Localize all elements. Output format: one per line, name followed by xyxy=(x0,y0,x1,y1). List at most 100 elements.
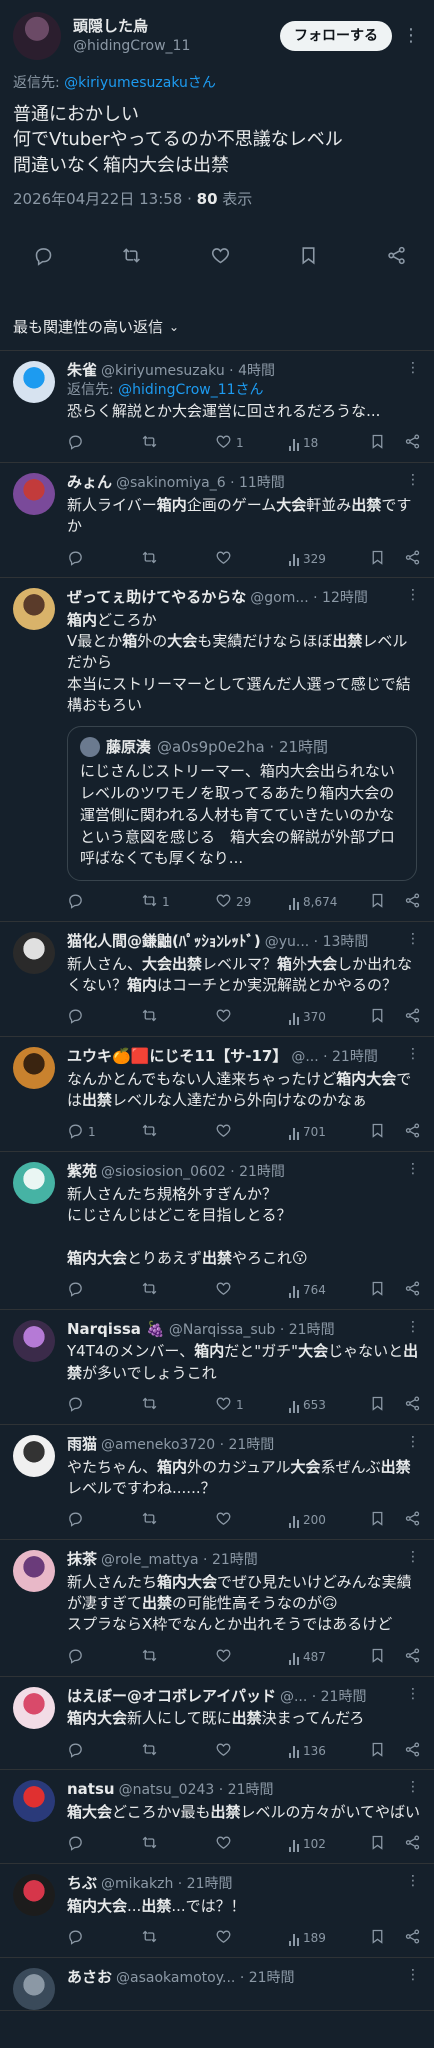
like-button[interactable]: 1 xyxy=(215,433,289,455)
like-button[interactable] xyxy=(215,1928,289,1950)
share-icon[interactable] xyxy=(404,1007,421,1029)
reply-author-name[interactable]: はえぼー@オコボレアイパッド xyxy=(67,1687,276,1707)
more-icon[interactable]: ⋮ xyxy=(406,1548,420,1566)
reply-author-name[interactable]: 猫化人間@鎌鼬(ﾊﾟｯｼｮﾝﾚｯﾄﾞ) xyxy=(67,932,261,952)
reply-handle-time[interactable]: @kiriyumesuzaku · 4時間 xyxy=(101,362,275,380)
avatar[interactable] xyxy=(13,1874,55,1917)
reply-item[interactable]: 猫化人間@鎌鼬(ﾊﾟｯｼｮﾝﾚｯﾄﾞ) @yu... · 13時間 ⋮ 新人さん、大会… xyxy=(0,922,434,1038)
more-icon[interactable]: ⋮ xyxy=(402,24,421,47)
retweet-button[interactable] xyxy=(141,1741,215,1763)
reply-handle-time[interactable]: @ameneko3720 · 21時間 xyxy=(101,1436,274,1454)
more-icon[interactable]: ⋮ xyxy=(406,930,420,948)
share-icon[interactable] xyxy=(404,549,421,571)
retweet-button[interactable]: 1 xyxy=(141,892,215,914)
like-button[interactable] xyxy=(215,1280,289,1302)
reply-author-name[interactable]: ちぶ xyxy=(67,1874,97,1894)
share-icon[interactable] xyxy=(386,245,407,272)
reply-button[interactable] xyxy=(67,1834,141,1856)
reply-handle-time[interactable]: @mikakzh · 21時間 xyxy=(101,1875,232,1893)
avatar[interactable] xyxy=(13,1319,55,1362)
reply-item[interactable]: ちぶ @mikakzh · 21時間 ⋮ 箱内大会...出禁...では？！ 189 xyxy=(0,1864,434,1958)
bookmark-icon[interactable] xyxy=(369,1741,386,1763)
author-handle[interactable]: @hidingCrow_11 xyxy=(73,37,280,55)
bookmark-icon[interactable] xyxy=(369,1007,386,1029)
bookmark-icon[interactable] xyxy=(369,1510,386,1532)
avatar[interactable] xyxy=(13,1435,55,1478)
quoted-tweet[interactable]: 藤原湊 @a0s9p0e2ha · 21時間 にじさんじストリーマー、箱内大会出られ… xyxy=(67,726,417,882)
reply-author-name[interactable]: ユウキ🍊🟥にじそ11【サ-17】 xyxy=(67,1047,287,1067)
reply-item[interactable]: みょん @sakinomiya_6 · 11時間 ⋮ 新人ライバー箱内企画のゲーム大会… xyxy=(0,463,434,579)
reply-to-handle[interactable]: @hidingCrow_11さん xyxy=(118,382,263,398)
more-icon[interactable]: ⋮ xyxy=(406,359,420,377)
reply-handle-time[interactable]: @gom... · 12時間 xyxy=(250,589,368,607)
reply-handle-time[interactable]: @sakinomiya_6 · 11時間 xyxy=(116,474,285,492)
retweet-button[interactable] xyxy=(141,1647,215,1669)
reply-item[interactable]: はえぼー@オコボレアイパッド @... · 21時間 ⋮ 箱内大会新人にして既に出禁決… xyxy=(0,1677,434,1771)
bookmark-icon[interactable] xyxy=(369,1122,386,1144)
more-icon[interactable]: ⋮ xyxy=(406,1433,420,1451)
retweet-button[interactable] xyxy=(141,1510,215,1532)
reply-button[interactable]: 1 xyxy=(67,1122,141,1144)
avatar[interactable] xyxy=(13,932,55,975)
avatar[interactable] xyxy=(13,12,61,60)
share-icon[interactable] xyxy=(404,1647,421,1669)
bookmark-icon[interactable] xyxy=(369,549,386,571)
avatar[interactable] xyxy=(13,588,55,631)
reply-handle-time[interactable]: @yu... · 13時間 xyxy=(265,933,369,951)
retweet-button[interactable] xyxy=(141,1280,215,1302)
reply-author-name[interactable]: 雨猫 xyxy=(67,1435,97,1455)
reply-button[interactable] xyxy=(67,433,141,455)
reply-button[interactable] xyxy=(67,1741,141,1763)
bookmark-icon[interactable] xyxy=(369,1647,386,1669)
retweet-button[interactable] xyxy=(141,1834,215,1856)
bookmark-icon[interactable] xyxy=(369,1395,386,1417)
views-button[interactable]: 653 xyxy=(289,1398,363,1414)
reply-button[interactable] xyxy=(67,549,141,571)
views-button[interactable]: 370 xyxy=(289,1010,363,1026)
reply-handle-time[interactable]: @asaokamotoy... · 21時間 xyxy=(116,1969,295,1987)
reply-handle-time[interactable]: @... · 21時間 xyxy=(291,1048,378,1066)
follow-button[interactable]: フォローする xyxy=(280,21,392,51)
like-button[interactable] xyxy=(215,1647,289,1669)
bookmark-icon[interactable] xyxy=(369,1834,386,1856)
reply-item[interactable]: 抹茶 @role_mattya · 21時間 ⋮ 新人さんたち箱内大会でぜひ見たいけど… xyxy=(0,1540,434,1677)
reply-button[interactable] xyxy=(67,1280,141,1302)
like-button[interactable] xyxy=(215,1510,289,1532)
reply-handle-time[interactable]: @siosiosion_0602 · 21時間 xyxy=(101,1163,285,1181)
bookmark-icon[interactable] xyxy=(298,245,319,272)
reply-author-name[interactable]: 紫苑 xyxy=(67,1162,97,1182)
like-button[interactable]: 29 xyxy=(215,892,289,914)
reply-item[interactable]: 雨猫 @ameneko3720 · 21時間 ⋮ やたちゃん、箱内外のカジュアル大会系… xyxy=(0,1425,434,1541)
avatar[interactable] xyxy=(13,361,55,404)
reply-handle-time[interactable]: @Narqissa_sub · 21時間 xyxy=(169,1321,335,1339)
reply-handle-time[interactable]: @... · 21時間 xyxy=(280,1688,367,1706)
retweet-button[interactable] xyxy=(141,1395,215,1417)
reply-handle-time[interactable]: @role_mattya · 21時間 xyxy=(101,1551,258,1569)
views-button[interactable]: 487 xyxy=(289,1650,363,1666)
share-icon[interactable] xyxy=(404,433,421,455)
reply-author-name[interactable]: natsu xyxy=(67,1780,115,1800)
more-icon[interactable]: ⋮ xyxy=(406,471,420,489)
like-button[interactable] xyxy=(215,1741,289,1763)
views-button[interactable]: 102 xyxy=(289,1837,363,1853)
more-icon[interactable]: ⋮ xyxy=(406,1685,420,1703)
reply-author-name[interactable]: 朱雀 xyxy=(67,361,97,381)
like-button[interactable] xyxy=(215,1122,289,1144)
retweet-button[interactable] xyxy=(141,1007,215,1029)
reply-icon[interactable] xyxy=(33,245,54,272)
bookmark-icon[interactable] xyxy=(369,433,386,455)
reply-author-name[interactable]: あさお xyxy=(67,1968,112,1988)
more-icon[interactable]: ⋮ xyxy=(406,1966,420,1984)
timestamp[interactable]: 2026年04月22日 13:58 · xyxy=(13,190,197,208)
share-icon[interactable] xyxy=(404,1834,421,1856)
views-button[interactable]: 764 xyxy=(289,1283,363,1299)
reply-item[interactable]: ぜってぇ助けてやるからな @gom... · 12時間 ⋮ 箱内どころか V最とか箱外の… xyxy=(0,578,434,923)
reply-button[interactable] xyxy=(67,1928,141,1950)
reply-author-name[interactable]: 抹茶 xyxy=(67,1550,97,1570)
retweet-button[interactable] xyxy=(141,1928,215,1950)
reply-button[interactable] xyxy=(67,1510,141,1532)
share-icon[interactable] xyxy=(404,1280,421,1302)
views-button[interactable]: 189 xyxy=(289,1931,363,1947)
like-button[interactable]: 1 xyxy=(215,1395,289,1417)
reply-item[interactable]: 紫苑 @siosiosion_0602 · 21時間 ⋮ 新人さんたち規格外すぎんか？… xyxy=(0,1152,434,1310)
